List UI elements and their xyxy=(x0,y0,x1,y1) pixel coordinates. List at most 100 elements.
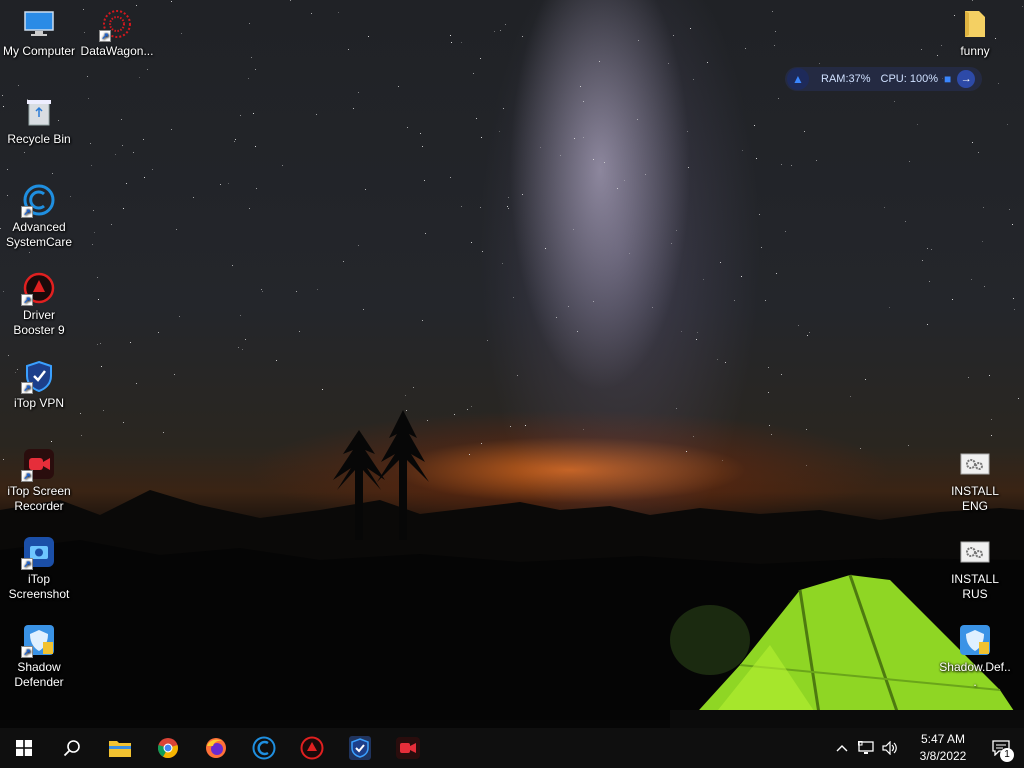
star xyxy=(316,114,317,115)
action-center-button[interactable]: 1 xyxy=(978,728,1024,768)
taskbar-driver-booster[interactable] xyxy=(288,728,336,768)
star xyxy=(368,36,369,37)
star xyxy=(671,243,672,244)
desktop-icon-advanced-systemcare[interactable]: ↗ Advanced SystemCare xyxy=(0,176,78,250)
taskbar-file-explorer[interactable] xyxy=(96,728,144,768)
desktop-icon-install-eng[interactable]: INSTALL ENG xyxy=(936,440,1014,514)
desktop-icon-install-rus[interactable]: INSTALL RUS xyxy=(936,528,1014,602)
desktop-icon-label: Recycle Bin xyxy=(7,132,71,146)
star xyxy=(522,36,523,37)
star xyxy=(93,210,94,211)
star xyxy=(889,307,890,308)
desktop-icon-label: DataWagon... xyxy=(80,44,154,58)
network-icon[interactable] xyxy=(854,728,878,768)
taskbar-firefox[interactable] xyxy=(192,728,240,768)
star xyxy=(317,289,318,290)
desktop-icon-funny-folder[interactable]: funny xyxy=(936,0,1014,59)
volume-icon[interactable] xyxy=(878,728,902,768)
taskbar-clock[interactable]: 5:47 AM 3/8/2022 xyxy=(908,731,978,765)
show-hidden-icons-chevron-icon[interactable] xyxy=(830,728,854,768)
rocket-icon[interactable]: ▲ xyxy=(787,68,809,90)
desktop-icon-shadow-defender[interactable]: ↗ Shadow Defender xyxy=(0,616,78,690)
desktop-icon-recycle-bin[interactable]: Recycle Bin xyxy=(0,88,78,147)
star xyxy=(133,152,134,153)
star xyxy=(450,35,451,36)
star xyxy=(480,207,481,208)
star xyxy=(240,115,241,116)
desktop-icon-label: Shadow Defender xyxy=(14,660,64,689)
star xyxy=(991,435,992,436)
star xyxy=(707,62,708,63)
desktop-icon-datawagon[interactable]: ↗ DataWagon... xyxy=(78,0,156,59)
desktop-icon-itop-screen-recorder[interactable]: ↗ iTop Screen Recorder xyxy=(0,440,78,514)
star xyxy=(261,289,262,290)
desktop-icon-itop-vpn[interactable]: ↗ iTop VPN xyxy=(0,352,78,411)
star xyxy=(681,331,682,332)
star xyxy=(905,221,906,222)
search-button[interactable] xyxy=(48,728,96,768)
star xyxy=(139,77,140,78)
advanced-systemcare-icon: ↗ xyxy=(21,184,55,218)
file-explorer-icon xyxy=(109,741,131,757)
star xyxy=(88,98,89,99)
star xyxy=(238,347,239,348)
arrow-right-icon[interactable]: → xyxy=(957,70,976,88)
taskbar: 5:47 AM 3/8/2022 1 xyxy=(0,728,1024,768)
desktop-icon-shadow-def-installer[interactable]: Shadow.Def... xyxy=(936,616,1014,690)
star xyxy=(850,396,851,397)
taskbar-itop-vpn[interactable] xyxy=(336,728,384,768)
star xyxy=(1012,224,1013,225)
camera-icon[interactable]: ■ xyxy=(944,72,951,86)
taskbar-chrome[interactable] xyxy=(144,728,192,768)
star xyxy=(499,131,500,132)
star xyxy=(778,98,779,99)
taskbar-advanced-systemcare[interactable] xyxy=(240,728,288,768)
star xyxy=(884,207,885,208)
taskbar-itop-screen-recorder[interactable] xyxy=(384,728,432,768)
star xyxy=(785,231,786,232)
star xyxy=(425,233,426,234)
computer-icon xyxy=(23,8,55,40)
star xyxy=(971,279,972,280)
star xyxy=(931,249,932,250)
star xyxy=(734,300,735,301)
itop-vpn-icon xyxy=(349,736,371,760)
star xyxy=(469,454,470,455)
advanced-systemcare-icon xyxy=(252,736,276,760)
start-button[interactable] xyxy=(0,728,48,768)
desktop-icon-my-computer[interactable]: My Computer xyxy=(0,0,78,59)
star xyxy=(454,414,455,415)
star xyxy=(676,230,677,231)
star xyxy=(471,406,472,407)
star xyxy=(451,42,452,43)
desktop-icon-itop-screenshot[interactable]: ↗ iTop Screenshot xyxy=(0,528,78,602)
star xyxy=(517,375,518,376)
star xyxy=(358,245,359,246)
desktop-icon-label: INSTALL RUS xyxy=(951,572,999,601)
star xyxy=(742,150,743,151)
star xyxy=(358,92,359,93)
star xyxy=(908,445,909,446)
star xyxy=(87,76,88,77)
star xyxy=(599,61,600,62)
system-tray: 5:47 AM 3/8/2022 1 xyxy=(830,728,1024,768)
desktop-icon-label: INSTALL ENG xyxy=(951,484,999,513)
star xyxy=(100,343,101,344)
star xyxy=(256,188,257,189)
star xyxy=(81,435,82,436)
shortcut-arrow-icon: ↗ xyxy=(21,470,33,482)
system-monitor-widget[interactable]: ▲ RAM:37% CPU: 100% ■ → xyxy=(785,67,982,91)
clock-time: 5:47 AM xyxy=(920,732,966,746)
star xyxy=(781,374,782,375)
star xyxy=(720,262,721,263)
star xyxy=(130,342,131,343)
star xyxy=(97,344,98,345)
itop-screen-recorder-icon xyxy=(396,737,420,759)
star xyxy=(513,297,514,298)
star xyxy=(407,127,408,128)
star xyxy=(909,161,910,162)
star xyxy=(687,131,688,132)
desktop-icon-driver-booster[interactable]: ↗ Driver Booster 9 xyxy=(0,264,78,338)
star xyxy=(126,183,127,184)
star xyxy=(487,340,488,341)
